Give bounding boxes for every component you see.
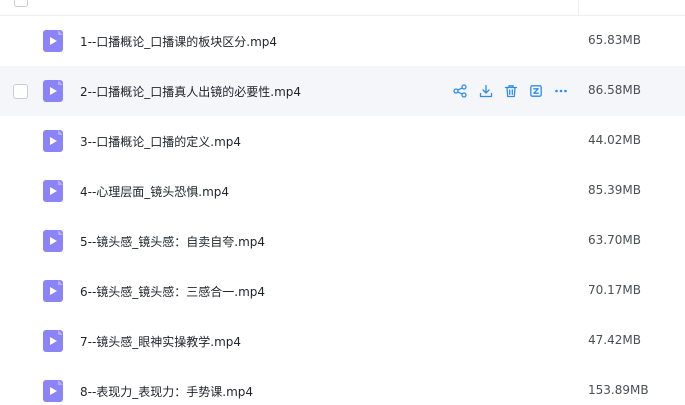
file-size: 153.89MB [588,383,649,397]
rename-icon[interactable] [526,81,546,101]
list-header [0,0,685,16]
header-divider [578,0,579,15]
file-row[interactable]: 7--镜头感_眼神实操教学.mp4 47.42MB [0,316,685,366]
file-name[interactable]: 6--镜头感_镜头感：三感合一.mp4 [80,283,265,300]
file-name[interactable]: 4--心理层面_镜头恐惧.mp4 [80,183,229,200]
video-file-icon [43,130,63,152]
file-name[interactable]: 1--口播概论_口播课的板块区分.mp4 [80,33,277,50]
row-checkbox[interactable] [13,84,28,99]
video-file-icon [43,280,63,302]
file-size: 63.70MB [588,233,641,247]
file-list-view: 1--口播概论_口播课的板块区分.mp4 65.83MB 2--口播概论_口播真… [0,0,685,405]
file-size: 65.83MB [588,33,641,47]
file-name[interactable]: 7--镜头感_眼神实操教学.mp4 [80,333,241,350]
file-row[interactable]: 8--表现力_表现力：手势课.mp4 153.89MB [0,366,685,405]
download-icon[interactable] [476,81,496,101]
file-size: 47.42MB [588,333,641,347]
file-list: 1--口播概论_口播课的板块区分.mp4 65.83MB 2--口播概论_口播真… [0,16,685,405]
file-row[interactable]: 3--口播概论_口播的定义.mp4 44.02MB [0,116,685,166]
file-row[interactable]: 4--心理层面_镜头恐惧.mp4 85.39MB [0,166,685,216]
video-file-icon [43,330,63,352]
video-file-icon [43,180,63,202]
file-name[interactable]: 8--表现力_表现力：手势课.mp4 [80,383,253,400]
video-file-icon [43,230,63,252]
file-row[interactable]: 5--镜头感_镜头感：自卖自夸.mp4 63.70MB [0,216,685,266]
file-name[interactable]: 3--口播概论_口播的定义.mp4 [80,133,241,150]
file-size: 44.02MB [588,133,641,147]
file-size: 85.39MB [588,183,641,197]
share-icon[interactable] [450,81,470,101]
file-name[interactable]: 2--口播概论_口播真人出镜的必要性.mp4 [80,83,301,100]
delete-icon[interactable] [501,81,521,101]
video-file-icon [43,80,63,102]
file-row[interactable]: 1--口播概论_口播课的板块区分.mp4 65.83MB [0,16,685,66]
file-name[interactable]: 5--镜头感_镜头感：自卖自夸.mp4 [80,233,265,250]
more-icon[interactable] [551,81,571,101]
file-size: 86.58MB [588,83,641,97]
file-row-hovered[interactable]: 2--口播概论_口播真人出镜的必要性.mp4 86.58MB [0,66,685,116]
select-all-checkbox[interactable] [14,0,28,7]
video-file-icon [43,30,63,52]
file-row[interactable]: 6--镜头感_镜头感：三感合一.mp4 70.17MB [0,266,685,316]
file-size: 70.17MB [588,283,641,297]
video-file-icon [43,380,63,402]
